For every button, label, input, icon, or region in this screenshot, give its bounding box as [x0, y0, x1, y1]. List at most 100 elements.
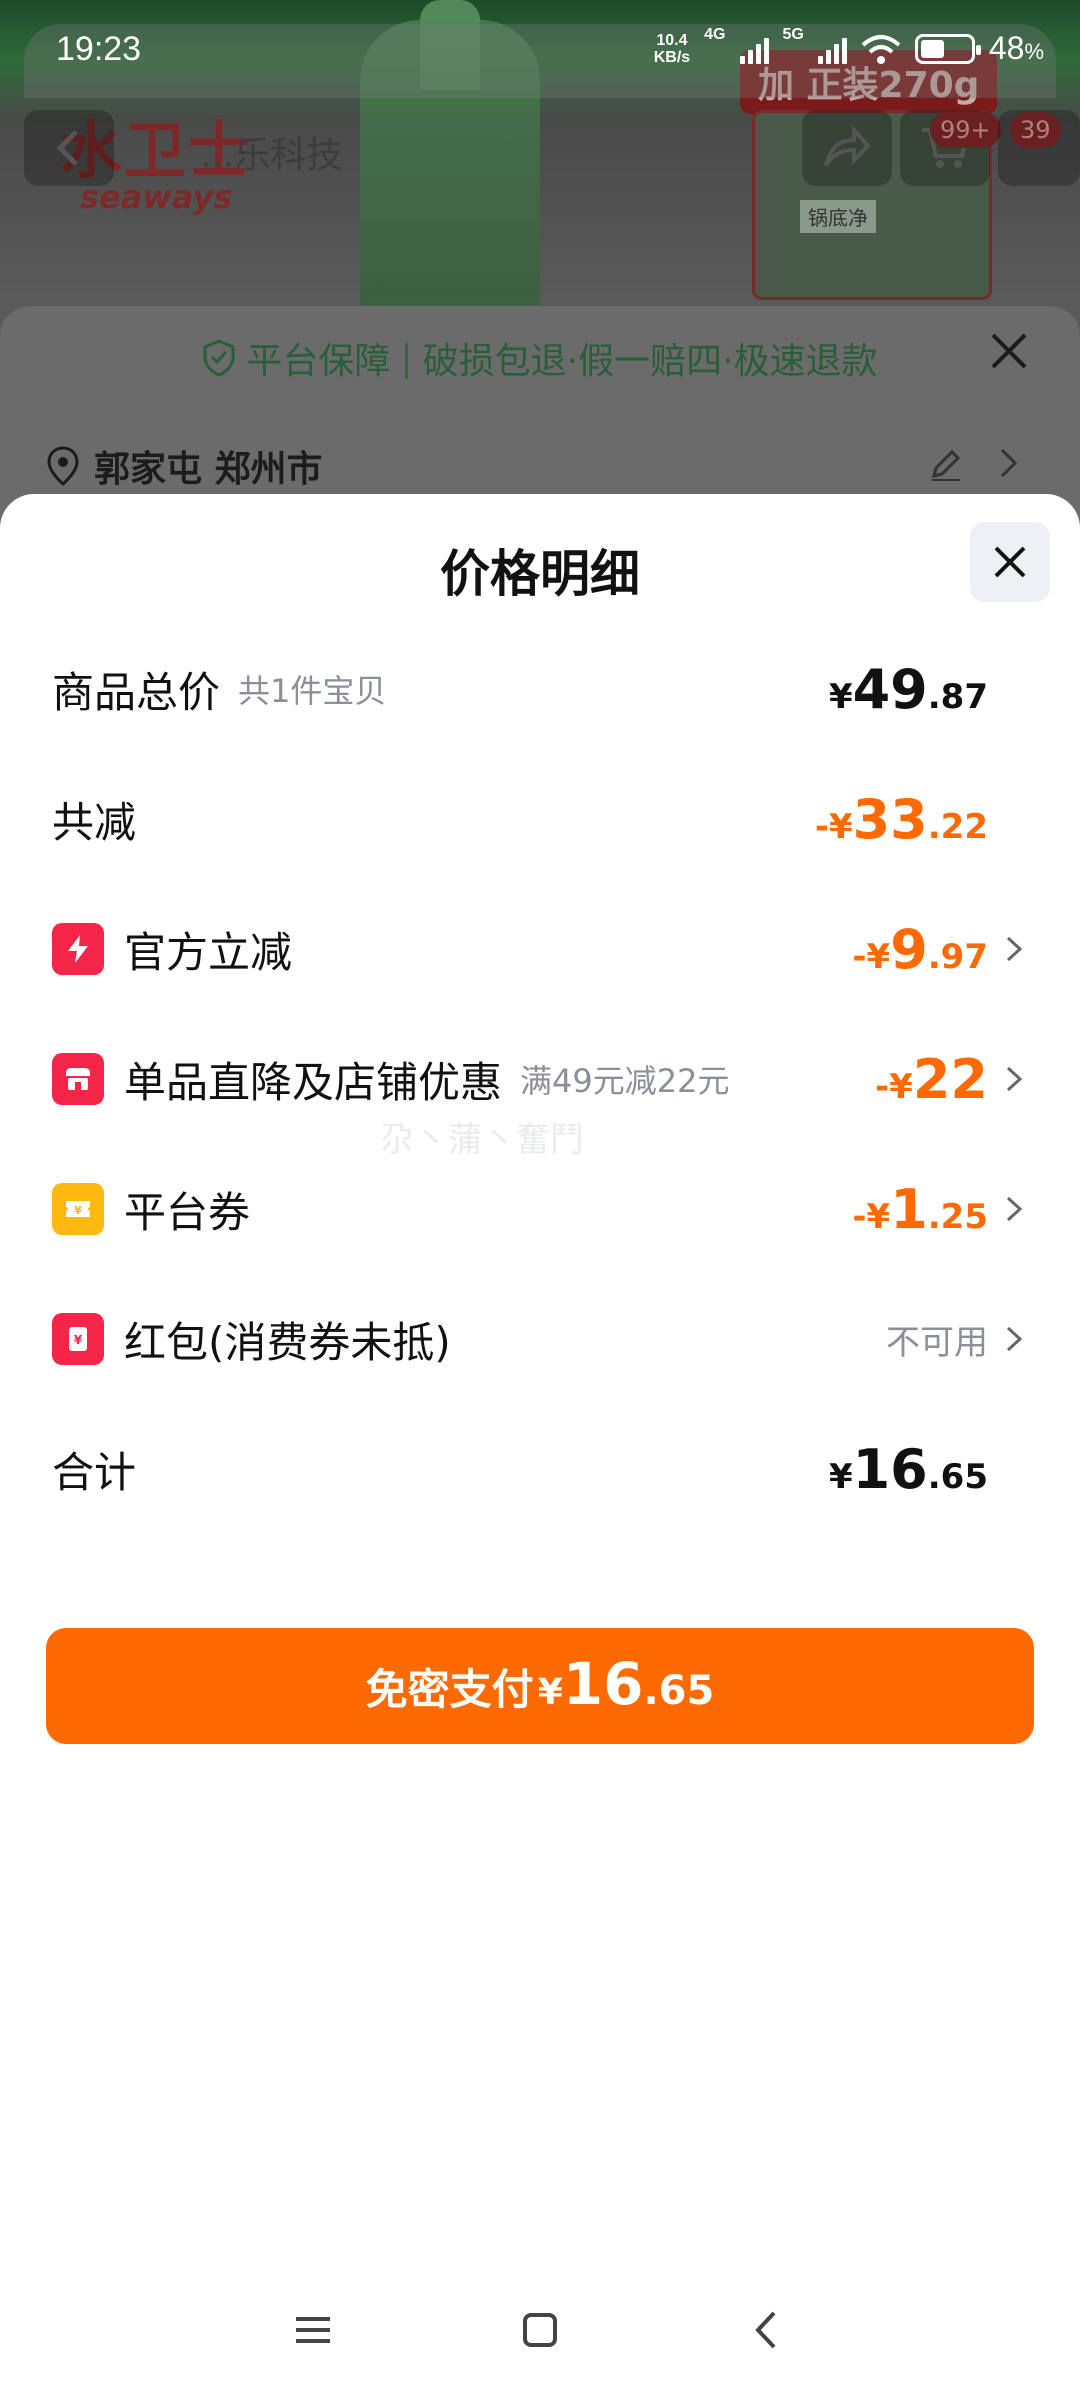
address-actions [928, 446, 1020, 482]
chevron-right-icon [1006, 1066, 1023, 1092]
goods-total-value: ¥49.87 [829, 658, 988, 721]
price-integer: 33 [852, 787, 928, 851]
message-badge: 39 [1010, 112, 1061, 148]
product-thumbnail-label: 锅底净 [800, 200, 876, 233]
price-decimal: .22 [927, 806, 988, 847]
row-goods-total: 商品总价 共1件宝贝 ¥49.87 [52, 644, 1028, 734]
row-sum: 合计 ¥16.65 [52, 1424, 1028, 1514]
price-decimal: .25 [927, 1196, 988, 1237]
price-integer: 22 [912, 1047, 988, 1111]
battery-unit: % [1024, 39, 1044, 64]
signal-icon [739, 34, 769, 64]
order-sheet-close-button[interactable] [984, 330, 1034, 380]
red-packet-status: 不可用 [886, 1322, 988, 1363]
menu-icon[interactable] [290, 2307, 336, 2353]
guarantee-separator: | [400, 337, 413, 379]
chevron-right-icon [1006, 1326, 1023, 1352]
shop-discount-price: -¥22 [875, 1048, 988, 1111]
goods-total-label: 商品总价 [52, 667, 221, 717]
close-icon [994, 546, 1026, 578]
nav-back-icon[interactable] [744, 2307, 790, 2353]
chevron-right-icon [1006, 1196, 1023, 1222]
platform-coupon-value: -¥1.25 [852, 1178, 988, 1241]
back-button[interactable] [24, 110, 114, 186]
sheet-title: 价格明细 [440, 545, 640, 603]
price-decimal: .87 [927, 676, 988, 717]
currency-symbol: ¥ [828, 676, 853, 717]
price-detail-sheet: 价格明细 商品总价 共1件宝贝 ¥49.87 共减 -¥33.22 官方立减 -… [0, 494, 1080, 2400]
battery-percent: 48% [989, 30, 1044, 67]
shop-icon [52, 1053, 104, 1105]
share-icon [824, 126, 871, 167]
currency-symbol: -¥ [814, 806, 853, 847]
pay-currency-symbol: ¥ [537, 1672, 563, 1713]
shop-discount-value: -¥22 [875, 1048, 988, 1111]
currency-symbol: ¥ [828, 1456, 853, 1497]
sum-label: 合计 [52, 1447, 137, 1497]
sum-value: ¥16.65 [829, 1438, 988, 1501]
coupon-icon: ¥ [52, 1183, 104, 1235]
battery-fill [920, 39, 944, 58]
pay-button-label: 免密支付 [365, 1665, 534, 1714]
row-red-packet[interactable]: ¥ 红包(消费券未抵) 不可用 [52, 1294, 1028, 1384]
signal-icon-2 [817, 34, 847, 64]
shop-discount-rule: 满49元减22元 [520, 1062, 730, 1100]
platform-guarantee: 平台保障 | 破损包退·假一赔四·极速退款 [0, 332, 1080, 384]
row-official-discount[interactable]: 官方立减 -¥9.97 [52, 904, 1028, 994]
back-icon [56, 130, 78, 166]
home-icon[interactable] [517, 2307, 563, 2353]
goods-count: 共1件宝贝 [238, 672, 387, 710]
total-reduction-label: 共减 [52, 797, 137, 847]
guarantee-title: 平台保障 [246, 341, 391, 382]
share-button[interactable] [802, 110, 892, 186]
password-free-pay-button[interactable]: 免密支付 ¥ 16 .65 [46, 1628, 1034, 1744]
network-type-5g: 5G [782, 26, 804, 43]
svg-text:¥: ¥ [74, 1204, 82, 1217]
pay-price-decimal: .65 [643, 1668, 715, 1714]
nav-title: ...乐科技 [200, 135, 343, 176]
cart-badge: 99+ [930, 112, 1001, 148]
shop-discount-label: 单品直降及店铺优惠 [124, 1057, 503, 1107]
chevron-right-icon[interactable] [998, 446, 1020, 480]
price-decimal: .65 [927, 1456, 988, 1497]
row-shop-discount[interactable]: 单品直降及店铺优惠 满49元减22元 -¥22 [52, 1034, 1028, 1124]
status-time: 19:23 [56, 30, 142, 68]
network-speed-unit: KB/s [653, 48, 691, 66]
price-integer: 49 [852, 657, 928, 721]
row-total-reduction: 共减 -¥33.22 [52, 774, 1028, 864]
total-reduction-value: -¥33.22 [815, 788, 988, 851]
platform-coupon-price: -¥1.25 [852, 1178, 988, 1241]
price-integer: 1 [890, 1177, 928, 1241]
wifi-icon [861, 34, 901, 64]
price-decimal: .97 [927, 936, 988, 977]
address-text: 郭家屯 郑州市 [94, 449, 323, 490]
currency-symbol: -¥ [875, 1066, 913, 1107]
network-speed: 10.4 KB/s [654, 32, 690, 66]
red-packet-label: 红包(消费券未抵) [124, 1317, 451, 1367]
battery-value: 48 [988, 30, 1025, 66]
red-packet-value: 不可用 [886, 1315, 988, 1364]
official-discount-value: -¥9.97 [852, 918, 988, 981]
lightning-icon [52, 923, 104, 975]
location-pin-icon [47, 446, 79, 486]
platform-coupon-label: 平台券 [124, 1187, 251, 1237]
price-integer: 9 [890, 917, 928, 981]
system-navigation-bar [0, 2260, 1080, 2400]
goods-total-price: ¥49.87 [829, 658, 988, 721]
official-discount-label: 官方立减 [124, 927, 293, 977]
close-button[interactable] [970, 522, 1050, 602]
watermark: 尕丶蒲丶奮鬥 [380, 1120, 584, 1160]
chevron-right-icon [1006, 936, 1023, 962]
official-discount-price: -¥9.97 [852, 918, 988, 981]
battery-icon [914, 33, 981, 64]
row-platform-coupon[interactable]: ¥ 平台券 -¥1.25 [52, 1164, 1028, 1254]
network-speed-value: 10.4 [656, 31, 688, 49]
status-icons: 10.4 KB/s 4G 5G 48% [654, 26, 1044, 67]
delivery-address[interactable]: 郭家屯 郑州市 [46, 440, 323, 492]
svg-text:¥: ¥ [74, 1333, 83, 1347]
edit-icon[interactable] [928, 446, 964, 482]
close-icon [991, 333, 1027, 369]
currency-symbol: -¥ [852, 1196, 891, 1237]
pay-price-integer: 16 [562, 1650, 644, 1718]
network-type-4g: 4G [704, 26, 726, 43]
